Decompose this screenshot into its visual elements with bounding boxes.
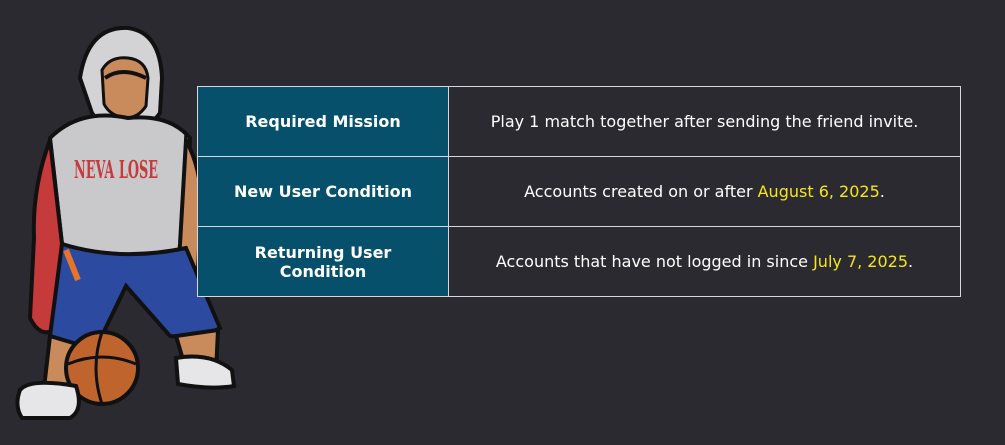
value-suffix: . [879, 182, 885, 201]
row-value: Play 1 match together after sending the … [448, 86, 961, 157]
value-text: Play 1 match together after sending the … [490, 112, 919, 131]
jersey-text: NEVA LOSE [74, 155, 158, 184]
row-value: Accounts that have not logged in since J… [448, 226, 961, 297]
row-value: Accounts created on or after August 6, 2… [448, 156, 961, 227]
row-label: New User Condition [197, 156, 449, 227]
value-highlight: August 6, 2025 [757, 182, 880, 201]
row-label: Returning User Condition [197, 226, 449, 297]
value-highlight: July 7, 2025 [813, 252, 909, 271]
row-label: Required Mission [197, 86, 449, 157]
value-text: Accounts created on or after [524, 182, 758, 201]
value-text: Accounts that have not logged in since [495, 252, 814, 271]
table-row-returning-user: Returning User Condition Accounts that h… [197, 226, 961, 297]
value-suffix: . [908, 252, 914, 271]
table-row-required-mission: Required Mission Play 1 match together a… [197, 86, 961, 157]
event-conditions-panel: NEVA LOSE Required Mission Play 1 match … [0, 0, 1005, 445]
table-row-new-user: New User Condition Accounts created on o… [197, 156, 961, 227]
conditions-table: Required Mission Play 1 match together a… [197, 86, 961, 297]
